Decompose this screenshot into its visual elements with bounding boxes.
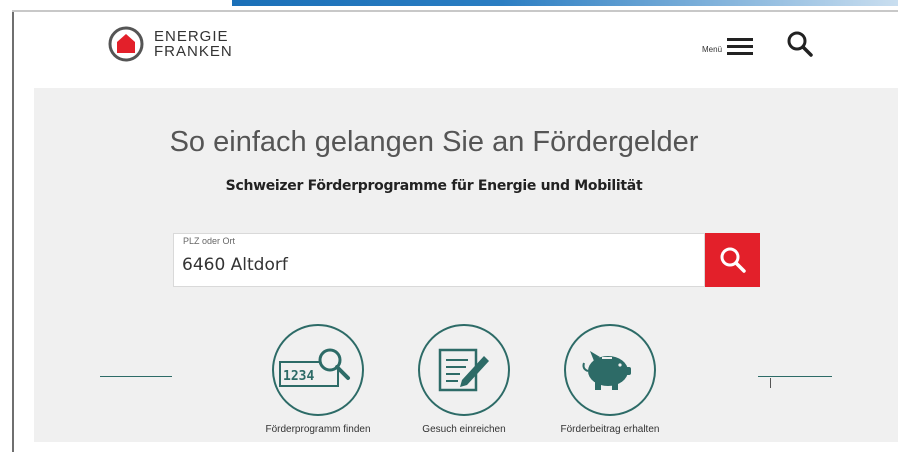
menu-button[interactable]: Menü	[702, 36, 754, 56]
step-submit-application-label: Gesuch einreichen	[422, 424, 506, 435]
step-receive-subsidy[interactable]	[564, 324, 656, 416]
search-submit-button[interactable]	[705, 233, 760, 287]
brand-line-2: FRANKEN	[154, 43, 233, 60]
top-accent-strip	[232, 0, 898, 6]
brand-name: ENERGIE FRANKEN	[154, 29, 233, 59]
step-submit-application[interactable]	[418, 324, 510, 416]
piggy-bank-icon	[582, 351, 631, 390]
search-icon[interactable]	[786, 30, 814, 58]
hero-subline: Schweizer Förderprogramme für Energie un…	[225, 178, 643, 194]
hero-headline: So einfach gelangen Sie an Fördergelder	[169, 126, 699, 158]
divider-line-left	[100, 376, 172, 377]
house-logo-icon	[108, 26, 144, 62]
magnifier-number-icon: 1234	[279, 348, 350, 387]
brand-logo[interactable]: ENERGIE FRANKEN	[108, 26, 233, 62]
search-icon	[720, 247, 746, 273]
search-field-label: PLZ oder Ort	[183, 236, 236, 246]
hamburger-icon	[727, 38, 754, 55]
hero-section: So einfach gelangen Sie an Fördergelder …	[34, 88, 898, 442]
location-search-field[interactable]: PLZ oder Ort	[173, 233, 705, 287]
document-pen-icon	[438, 348, 489, 392]
site-header: ENERGIE FRANKEN Menü	[14, 12, 898, 88]
divider-tick	[770, 378, 771, 388]
menu-label: Menü	[702, 44, 723, 54]
divider-line-right	[758, 376, 832, 377]
brand-line-1: ENERGIE	[154, 28, 229, 45]
step-find-program-label: Förderprogramm finden	[265, 424, 371, 435]
step-receive-subsidy-label: Förderbeitrag erhalten	[560, 424, 660, 435]
step-find-program[interactable]: 1234	[272, 324, 364, 416]
svg-text:1234: 1234	[283, 369, 314, 384]
location-search-input[interactable]	[182, 252, 682, 278]
